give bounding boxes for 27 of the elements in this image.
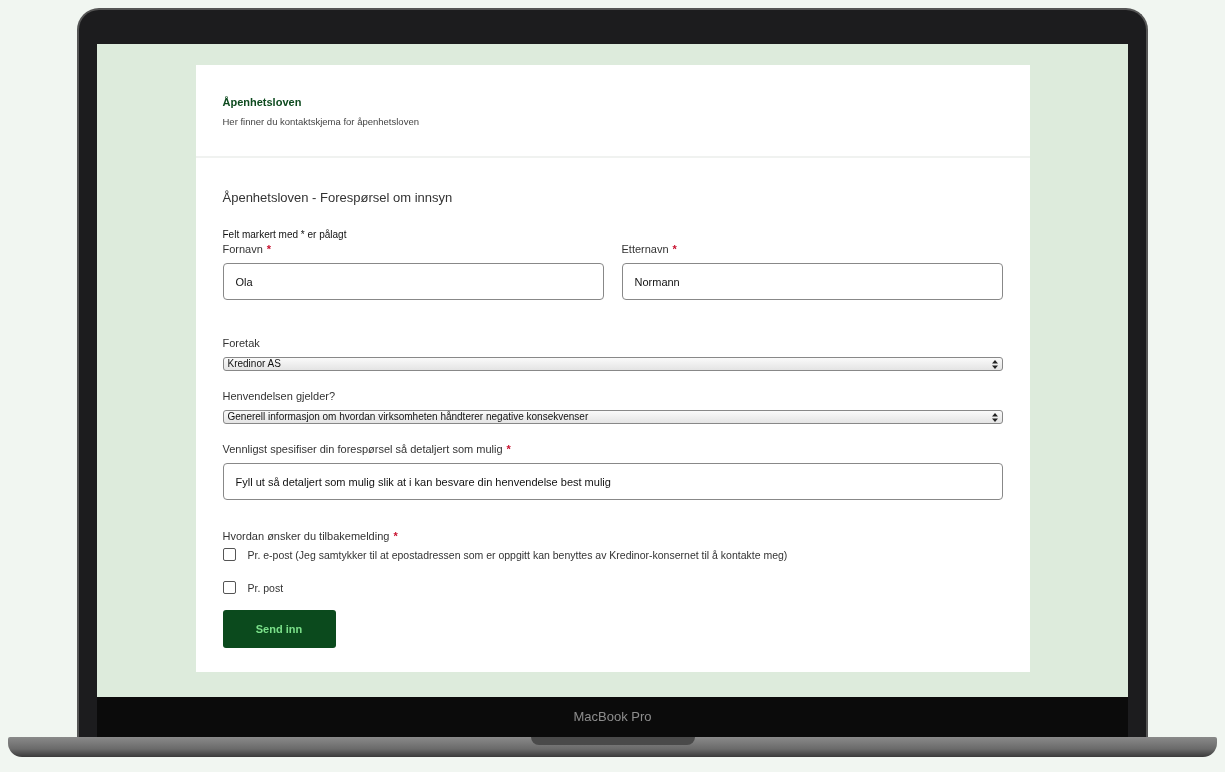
required-note: Felt markert med * er pålagt <box>222 229 348 240</box>
field-label: Henvendelsen gjelder? <box>222 390 336 402</box>
text-field[interactable]: Fyll ut så detaljert som mulig slik at i kan besvare din henvendelse best mulig <box>222 463 1003 500</box>
dropdown-arrows-icon <box>991 359 998 369</box>
submit-button[interactable]: Send inn <box>222 610 336 648</box>
field-label: Fornavn <box>222 243 263 255</box>
field-label: Vennligst spesifiser din forespørsel så detaljert som mulig <box>222 443 503 455</box>
required-mark: * <box>266 243 272 255</box>
checkbox[interactable] <box>222 548 236 561</box>
checkbox-label: Pr. post <box>247 581 284 594</box>
field-label: Foretak <box>222 337 260 349</box>
device-label: MacBook Pro <box>573 709 652 724</box>
field-label: Hvordan ønsker du tilbakemelding <box>222 530 390 542</box>
select-field[interactable]: Kredinor AS <box>222 357 1003 371</box>
header-title: Åpenhetsloven <box>222 96 303 108</box>
checkbox-label: Pr. e-post (Jeg samtykker til at epostadressen som er oppgitt kan benyttes av Kredinor-konsernet til å kontakte meg) <box>247 548 788 561</box>
header-subtitle: Her finner du kontaktskjema for åpenhetsloven <box>222 116 420 127</box>
text-field[interactable]: Normann <box>621 263 1003 300</box>
select-field[interactable]: Generell informasjon om hvordan virksomheten håndterer negative konsekvenser <box>222 410 1003 424</box>
form-title: Åpenhetsloven - Forespørsel om innsyn <box>222 190 454 205</box>
dropdown-arrows-icon <box>991 412 998 422</box>
required-mark: * <box>672 243 677 255</box>
required-mark: * <box>506 443 511 455</box>
text-field[interactable]: Ola <box>222 263 604 300</box>
field-label: Etternavn <box>621 243 669 255</box>
required-mark: * <box>393 530 398 542</box>
checkbox[interactable] <box>222 581 236 594</box>
